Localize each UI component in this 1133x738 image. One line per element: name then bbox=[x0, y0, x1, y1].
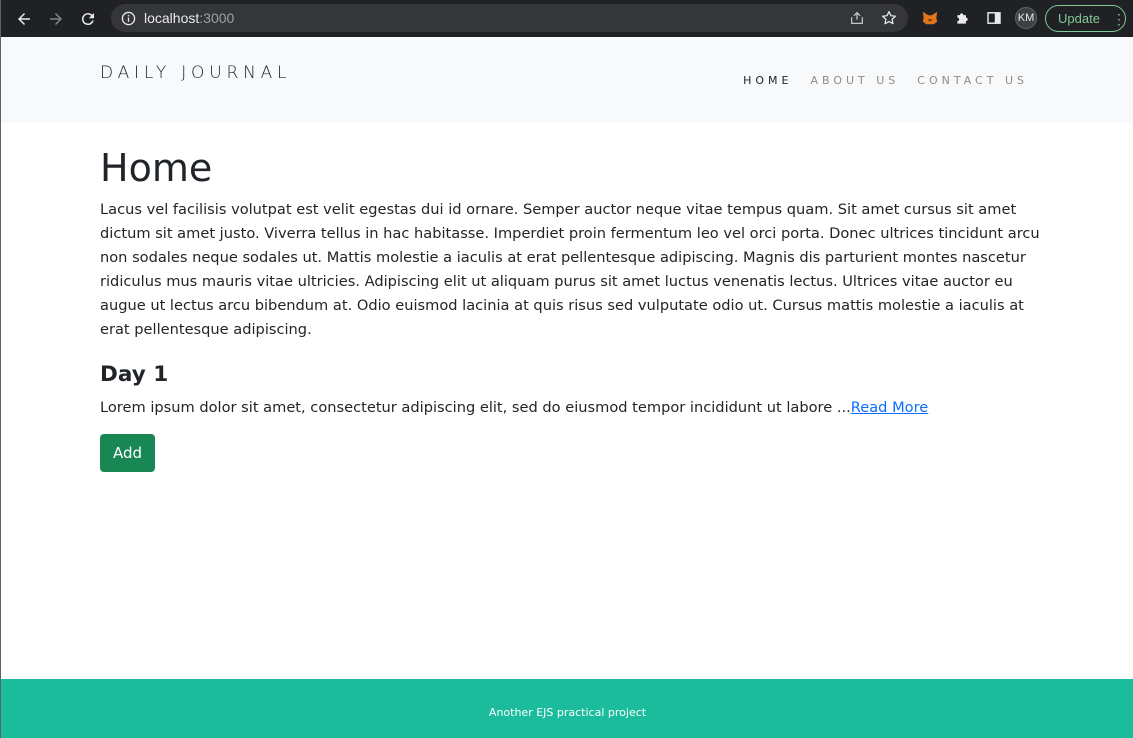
post-excerpt: Lorem ipsum dolor sit amet, consectetur … bbox=[100, 396, 1040, 420]
forward-icon[interactable] bbox=[40, 3, 72, 35]
browser-toolbar: localhost:3000 KM Update ⋮ bbox=[1, 0, 1133, 37]
reload-icon[interactable] bbox=[72, 3, 104, 35]
url-text: localhost:3000 bbox=[144, 10, 234, 26]
update-button[interactable]: Update ⋮ bbox=[1045, 5, 1126, 32]
main-nav: HOME ABOUT US CONTACT US bbox=[743, 74, 1028, 87]
url-port: :3000 bbox=[199, 10, 235, 26]
site-header: DAILY JOURNAL HOME ABOUT US CONTACT US bbox=[1, 37, 1133, 123]
main-content: Home Lacus vel facilisis volutpat est ve… bbox=[100, 143, 1040, 472]
back-icon[interactable] bbox=[8, 3, 40, 35]
intro-paragraph: Lacus vel facilisis volutpat est velit e… bbox=[100, 201, 1040, 338]
extensions-puzzle-icon[interactable] bbox=[951, 6, 973, 30]
page-title: Home bbox=[100, 146, 213, 190]
site-footer: Another EJS practical project bbox=[1, 679, 1133, 738]
share-icon[interactable] bbox=[848, 9, 866, 27]
address-bar[interactable]: localhost:3000 bbox=[111, 4, 908, 32]
bookmark-star-icon[interactable] bbox=[880, 9, 898, 27]
info-icon[interactable] bbox=[120, 10, 136, 26]
nav-home[interactable]: HOME bbox=[743, 74, 792, 87]
post-title: Day 1 bbox=[100, 362, 169, 387]
update-label: Update bbox=[1058, 11, 1100, 26]
nav-about-us[interactable]: ABOUT US bbox=[810, 74, 899, 87]
brand-title[interactable]: DAILY JOURNAL bbox=[100, 63, 291, 83]
footer-text: Another EJS practical project bbox=[488, 706, 647, 719]
metamask-fox-icon[interactable] bbox=[919, 6, 941, 30]
post-excerpt-text: Lorem ipsum dolor sit amet, consectetur … bbox=[100, 399, 851, 416]
profile-avatar[interactable]: KM bbox=[1015, 7, 1037, 29]
add-button[interactable]: Add bbox=[100, 434, 155, 472]
kebab-menu-icon[interactable]: ⋮ bbox=[1112, 12, 1126, 26]
read-more-link[interactable]: Read More bbox=[851, 399, 929, 416]
side-panel-icon[interactable] bbox=[983, 6, 1005, 30]
nav-contact-us[interactable]: CONTACT US bbox=[917, 74, 1028, 87]
url-host: localhost bbox=[144, 10, 200, 26]
